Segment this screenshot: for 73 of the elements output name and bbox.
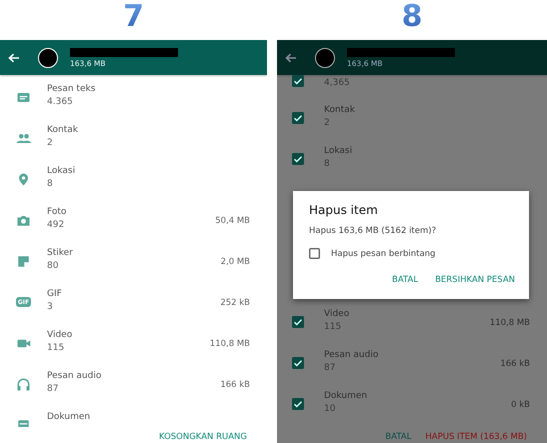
list-item[interactable]: Pesan teks 4.365 (0, 75, 267, 116)
item-name: Video (324, 309, 350, 319)
item-size: 252 kB (220, 298, 250, 308)
dialog-message: Hapus 163,6 MB (5162 item)? (309, 226, 438, 236)
list-item[interactable]: Kontak 2 (277, 96, 547, 137)
item-name: GIF (47, 289, 63, 299)
headphones-icon (16, 377, 31, 392)
list-item[interactable]: Video 115 110,8 MB (277, 300, 547, 341)
item-count: 4,365 (324, 78, 351, 88)
item-count: 4.365 (47, 97, 74, 107)
people-icon (16, 131, 31, 146)
list-item[interactable]: Lokasi 8 (0, 157, 267, 198)
item-count: 115 (47, 343, 66, 353)
checkbox[interactable] (292, 357, 304, 369)
camera-icon (16, 213, 31, 228)
list-item[interactable]: Pesan audio 87 166 kB (0, 362, 267, 403)
item-count: 492 (47, 220, 66, 230)
back-arrow-icon[interactable] (285, 52, 297, 62)
dialog-button[interactable]: BERSIHKAN PESAN (435, 275, 515, 285)
item-name: Lokasi (324, 146, 354, 156)
item-name: Dokumen (324, 391, 368, 401)
option-label: Hapus pesan berbintang (331, 248, 436, 258)
dialog-button[interactable]: BATAL (392, 275, 418, 285)
location-pin-icon (16, 172, 31, 187)
checkbox[interactable] (292, 112, 304, 124)
list-item[interactable]: Video 115 110,8 MB (0, 321, 267, 362)
item-name: Pesan audio (47, 371, 102, 381)
sticker-icon (16, 254, 31, 269)
checkbox[interactable] (292, 75, 304, 87)
item-count: 2 (324, 118, 331, 128)
item-size: 0 kB (511, 400, 530, 410)
checkbox[interactable] (309, 248, 320, 259)
item-name: Pesan audio (324, 350, 380, 360)
item-count: 80 (47, 261, 60, 271)
item-size: 110,8 MB (210, 339, 250, 349)
checkbox[interactable] (292, 153, 304, 165)
item-count: 8 (47, 179, 54, 189)
item-name: Pesan teks (47, 84, 96, 94)
footer-button[interactable]: HAPUS ITEM (163,6 MB) (425, 432, 527, 443)
item-size: 50,4 MB (215, 216, 250, 226)
item-count: 3 (47, 302, 54, 312)
list-item[interactable]: Foto 492 50,4 MB (0, 198, 267, 239)
message-icon (16, 90, 31, 105)
checkbox[interactable] (292, 398, 304, 410)
dialog-title: Hapus item (309, 203, 379, 217)
footer-button[interactable]: KOSONGKAN RUANG (158, 432, 247, 443)
item-name: Video (47, 330, 74, 340)
item-name: Foto (47, 207, 68, 217)
footer-button[interactable]: BATAL (385, 432, 412, 443)
list-item[interactable]: Stiker 80 2,0 MB (0, 239, 267, 280)
item-size: 2,0 MB (220, 257, 250, 267)
list-item[interactable]: Kontak 2 (0, 116, 267, 157)
checkbox[interactable] (292, 316, 304, 328)
item-count: 87 (47, 384, 60, 394)
item-count: 115 (324, 322, 342, 332)
item-count: 2 (47, 138, 54, 148)
item-count: 8 (324, 159, 331, 169)
item-name: Kontak (324, 105, 356, 115)
item-name: Lokasi (47, 166, 76, 176)
list-item[interactable]: 4,365 (277, 75, 547, 96)
item-count: 10 (324, 404, 336, 414)
list-item[interactable]: Lokasi 8 (277, 137, 547, 178)
item-size: 166 kB (220, 380, 250, 390)
item-count: 87 (324, 363, 336, 373)
avatar (315, 48, 335, 68)
avatar (38, 48, 58, 68)
list-item[interactable]: Dokumen 10 0 kB (277, 382, 547, 423)
item-name: Stiker (47, 248, 74, 258)
item-name: Kontak (47, 125, 79, 135)
list-item[interactable]: Pesan audio 87 166 kB (277, 341, 547, 382)
item-name: Dokumen (47, 412, 92, 422)
item-size: 110,8 MB (490, 318, 530, 328)
item-size: 166 kB (500, 359, 530, 369)
